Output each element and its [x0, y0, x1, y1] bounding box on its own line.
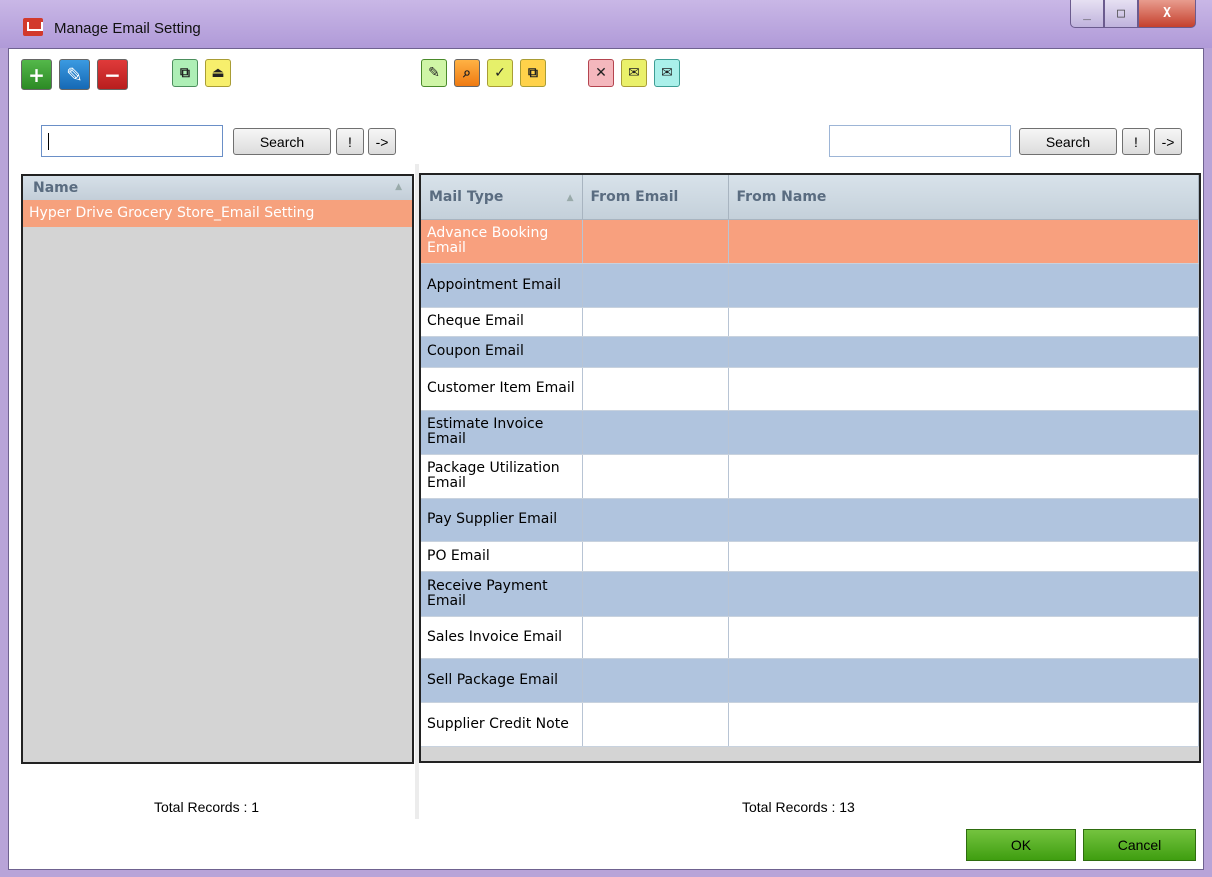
mail-type-cell: Sales Invoice Email	[421, 616, 583, 659]
table-row[interactable]: Supplier Credit Note	[421, 702, 1199, 747]
mail-type-cell: Appointment Email	[421, 263, 583, 308]
table-row[interactable]: Appointment Email	[421, 263, 1199, 308]
dialog-body: + ✎ − ⧉ ⏏ ✎ ⌕ ✓ ⧉ ✕ ✉ ✉ Search ! -> Sear…	[8, 48, 1204, 870]
mail-type-cell: Pay Supplier Email	[421, 498, 583, 542]
ok-button[interactable]: OK	[966, 829, 1076, 861]
table-row[interactable]: Cheque Email	[421, 307, 1199, 337]
table-row[interactable]: Package Utilization Email	[421, 454, 1199, 499]
mail-type-cell: Coupon Email	[421, 336, 583, 368]
mail-type-grid: Mail Type ▲ From Email From Name Advance …	[419, 173, 1201, 763]
right-search-input[interactable]	[829, 125, 1011, 157]
preview-icon[interactable]: ⌕	[454, 59, 480, 87]
table-row[interactable]: Pay Supplier Email	[421, 498, 1199, 542]
mail-type-cell: Supplier Credit Note	[421, 702, 583, 747]
mail-type-column-header[interactable]: Mail Type ▲	[421, 175, 583, 220]
window-title: Manage Email Setting	[54, 20, 201, 37]
table-row[interactable]: Customer Item Email	[421, 367, 1199, 411]
mail-type-cell: Receive Payment Email	[421, 571, 583, 617]
edit-icon[interactable]: ✎	[59, 59, 90, 90]
mail-type-cell: Customer Item Email	[421, 367, 583, 411]
cancel-button[interactable]: Cancel	[1083, 829, 1196, 861]
maximize-button[interactable]: □	[1104, 0, 1138, 28]
right-toolbar: ✎ ⌕ ✓ ⧉ ✕ ✉ ✉	[421, 59, 680, 99]
sort-asc-icon: ▲	[566, 193, 574, 203]
from-name-column-header[interactable]: From Name	[728, 175, 1199, 220]
settings-grid: Name ▲ Hyper Drive Grocery Store_Email S…	[21, 174, 414, 764]
table-row[interactable]: Coupon Email	[421, 336, 1199, 368]
close-icon[interactable]: ✕	[588, 59, 614, 87]
from-email-column-header[interactable]: From Email	[582, 175, 729, 220]
sort-asc-icon: ▲	[395, 182, 402, 192]
name-column-header[interactable]: Name ▲	[23, 176, 412, 200]
list-item[interactable]: Hyper Drive Grocery Store_Email Setting	[23, 200, 412, 227]
table-row[interactable]: PO Email	[421, 541, 1199, 572]
title-bar: Manage Email Setting _ □ X	[0, 0, 1212, 48]
right-arrow-button[interactable]: ->	[1154, 128, 1182, 155]
export-icon[interactable]: ⏏	[205, 59, 231, 87]
table-row[interactable]: Advance Booking Email	[421, 219, 1199, 264]
right-bang-button[interactable]: !	[1122, 128, 1150, 155]
copy-icon[interactable]: ⧉	[520, 59, 546, 87]
table-row[interactable]: Receive Payment Email	[421, 571, 1199, 617]
copy-check-icon[interactable]: ✓	[487, 59, 513, 87]
left-toolbar: + ✎ − ⧉ ⏏	[21, 59, 231, 99]
copy-icon[interactable]: ⧉	[172, 59, 198, 87]
mail-type-cell: Advance Booking Email	[421, 219, 583, 264]
left-arrow-button[interactable]: ->	[368, 128, 396, 155]
close-button[interactable]: X	[1138, 0, 1196, 28]
mail-type-cell: Sell Package Email	[421, 658, 583, 703]
cart-icon	[23, 18, 43, 36]
delete-icon[interactable]: −	[97, 59, 128, 90]
mail-type-cell: Cheque Email	[421, 307, 583, 337]
left-search-input[interactable]	[41, 125, 223, 157]
table-row[interactable]: Sales Invoice Email	[421, 616, 1199, 659]
left-bang-button[interactable]: !	[336, 128, 364, 155]
mail-type-cell: PO Email	[421, 541, 583, 572]
table-row[interactable]: Estimate Invoice Email	[421, 410, 1199, 455]
minimize-button[interactable]: _	[1070, 0, 1104, 28]
mail-type-cell: Estimate Invoice Email	[421, 410, 583, 455]
mail-type-cell: Package Utilization Email	[421, 454, 583, 499]
right-total-records: Total Records : 13	[742, 799, 855, 815]
table-row[interactable]: Sell Package Email	[421, 658, 1199, 703]
right-search-button[interactable]: Search	[1019, 128, 1117, 155]
left-search-button[interactable]: Search	[233, 128, 331, 155]
mail-send-icon[interactable]: ✉	[621, 59, 647, 87]
mail-icon[interactable]: ✉	[654, 59, 680, 87]
edit-icon[interactable]: ✎	[421, 59, 447, 87]
window-controls: _ □ X	[1070, 0, 1196, 28]
add-icon[interactable]: +	[21, 59, 52, 90]
left-total-records: Total Records : 1	[154, 799, 260, 815]
